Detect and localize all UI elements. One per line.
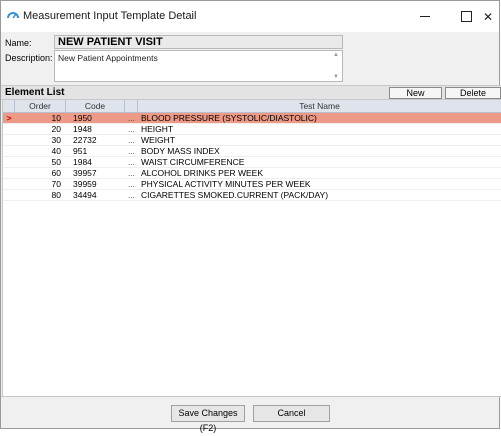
lookup-button[interactable]: ... xyxy=(125,190,138,200)
scroll-up-icon: ▲ xyxy=(333,52,339,58)
name-label: Name: xyxy=(5,38,32,48)
measurement-template-window: Measurement Input Template Detail ✕ Name… xyxy=(0,0,501,433)
name-field[interactable]: NEW PATIENT VISIT xyxy=(54,35,343,49)
test-name-cell[interactable]: HEIGHT xyxy=(141,124,496,134)
title-bar: Measurement Input Template Detail ✕ xyxy=(1,1,499,32)
new-element-button[interactable]: New Element xyxy=(389,87,442,109)
element-list-header: Element List New Element Delete Element xyxy=(1,85,501,109)
description-scrollbar[interactable]: ▲ ▼ xyxy=(331,52,341,80)
row-selector-icon xyxy=(3,124,15,134)
grid-rows: > 10 1950 ... BLOOD PRESSURE (SYSTOLIC/D… xyxy=(3,113,501,201)
order-cell[interactable]: 30 xyxy=(15,135,61,145)
order-cell[interactable]: 20 xyxy=(15,124,61,134)
order-cell[interactable]: 70 xyxy=(15,179,61,189)
element-list-title: Element List xyxy=(5,87,65,98)
test-name-cell[interactable]: CIGARETTES SMOKED.CURRENT (PACK/DAY) xyxy=(141,190,496,200)
description-label: Description: xyxy=(5,53,53,63)
description-text: New Patient Appointments xyxy=(58,53,158,63)
row-selector-icon xyxy=(3,179,15,189)
code-cell[interactable]: 22732 xyxy=(73,135,123,145)
close-button[interactable]: ✕ xyxy=(474,1,501,32)
maximize-icon xyxy=(460,11,472,22)
code-cell[interactable]: 1950 xyxy=(73,113,123,123)
row-selector-icon xyxy=(3,157,15,167)
close-icon: ✕ xyxy=(482,9,494,24)
test-name-cell[interactable]: WAIST CIRCUMFERENCE xyxy=(141,157,496,167)
app-icon xyxy=(7,12,19,19)
code-cell[interactable]: 1984 xyxy=(73,157,123,167)
code-cell[interactable]: 39957 xyxy=(73,168,123,178)
code-column-header[interactable]: Code xyxy=(66,100,125,112)
order-cell[interactable]: 40 xyxy=(15,146,61,156)
delete-element-button[interactable]: Delete Element xyxy=(445,87,501,109)
description-field[interactable]: New Patient Appointments ▲ ▼ xyxy=(54,50,343,82)
table-row[interactable]: 20 1948 ... HEIGHT xyxy=(3,124,501,135)
table-row[interactable]: 50 1984 ... WAIST CIRCUMFERENCE xyxy=(3,157,501,168)
order-cell[interactable]: 10 xyxy=(15,113,61,123)
code-cell[interactable]: 1948 xyxy=(73,124,123,134)
lookup-button[interactable]: ... xyxy=(125,113,138,123)
lookup-button[interactable]: ... xyxy=(125,135,138,145)
order-column-header[interactable]: Order xyxy=(15,100,66,112)
code-cell[interactable]: 34494 xyxy=(73,190,123,200)
test-name-cell[interactable]: WEIGHT xyxy=(141,135,496,145)
lookup-button[interactable]: ... xyxy=(125,157,138,167)
row-selector-icon xyxy=(3,135,15,145)
minimize-button[interactable] xyxy=(405,1,445,32)
test-name-cell[interactable]: ALCOHOL DRINKS PER WEEK xyxy=(141,168,496,178)
row-selector-icon xyxy=(3,168,15,178)
lookup-column-header xyxy=(125,100,138,112)
table-row[interactable]: 80 34494 ... CIGARETTES SMOKED.CURRENT (… xyxy=(3,190,501,201)
save-changes-button[interactable]: Save Changes (F2) xyxy=(171,405,245,433)
test-name-cell[interactable]: BODY MASS INDEX xyxy=(141,146,496,156)
window-title: Measurement Input Template Detail xyxy=(23,10,197,22)
order-cell[interactable]: 80 xyxy=(15,190,61,200)
table-row[interactable]: 70 39959 ... PHYSICAL ACTIVITY MINUTES P… xyxy=(3,179,501,190)
test-name-cell[interactable]: PHYSICAL ACTIVITY MINUTES PER WEEK xyxy=(141,179,496,189)
cancel-button[interactable]: Cancel xyxy=(253,405,330,422)
scroll-down-icon: ▼ xyxy=(333,74,339,80)
lookup-button[interactable]: ... xyxy=(125,124,138,134)
row-selector-icon: > xyxy=(6,113,12,123)
table-row[interactable]: 40 951 ... BODY MASS INDEX xyxy=(3,146,501,157)
selector-column-header xyxy=(3,100,15,112)
grid-header: Order Code Test Name xyxy=(3,100,501,113)
minimize-icon xyxy=(420,16,430,17)
element-grid: Order Code Test Name > 10 1950 ... BLOOD… xyxy=(2,100,501,396)
lookup-button[interactable]: ... xyxy=(125,168,138,178)
test-name-column-header[interactable]: Test Name xyxy=(138,100,501,112)
table-row[interactable]: > 10 1950 ... BLOOD PRESSURE (SYSTOLIC/D… xyxy=(3,113,501,124)
footer-divider xyxy=(1,396,501,397)
lookup-button[interactable]: ... xyxy=(125,179,138,189)
code-cell[interactable]: 39959 xyxy=(73,179,123,189)
table-row[interactable]: 60 39957 ... ALCOHOL DRINKS PER WEEK xyxy=(3,168,501,179)
table-row[interactable]: 30 22732 ... WEIGHT xyxy=(3,135,501,146)
test-name-cell[interactable]: BLOOD PRESSURE (SYSTOLIC/DIASTOLIC) xyxy=(141,113,496,123)
row-selector-icon xyxy=(3,146,15,156)
order-cell[interactable]: 60 xyxy=(15,168,61,178)
code-cell[interactable]: 951 xyxy=(73,146,123,156)
row-selector-icon xyxy=(3,190,15,200)
order-cell[interactable]: 50 xyxy=(15,157,61,167)
lookup-button[interactable]: ... xyxy=(125,146,138,156)
